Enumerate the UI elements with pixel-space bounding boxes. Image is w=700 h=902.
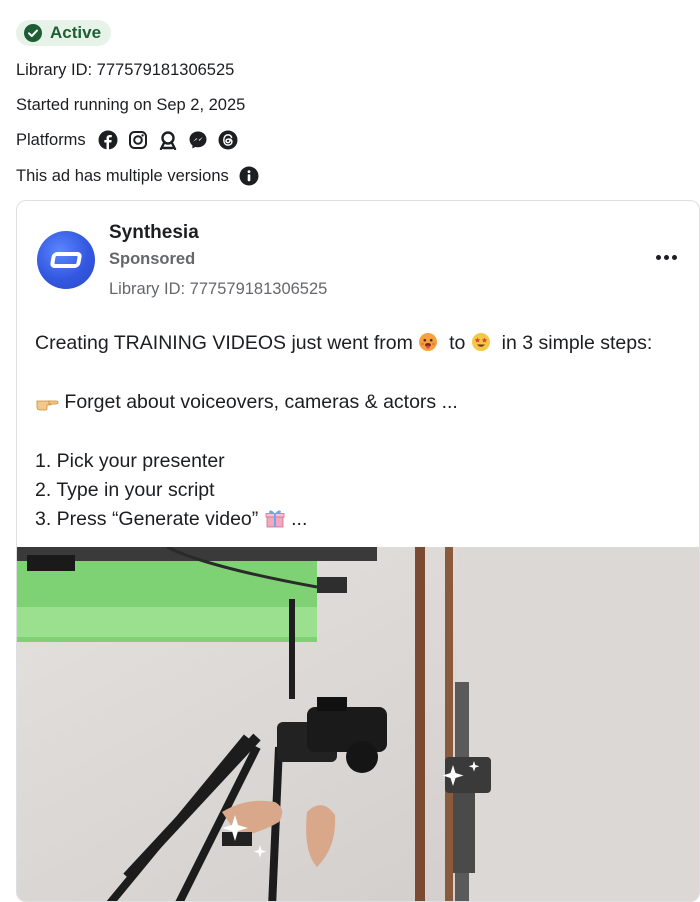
platforms-row: Platforms (16, 130, 238, 150)
check-circle-icon (24, 24, 42, 42)
ad-text-part: Creating TRAINING VIDEOS just went from (35, 332, 413, 354)
pointing-hand-emoji-icon (36, 400, 59, 411)
more-options-button[interactable] (651, 247, 681, 267)
ad-video-media[interactable] (17, 547, 699, 901)
studio-photo-image (17, 547, 699, 901)
ad-text-part: in 3 simple steps: (501, 332, 653, 354)
threads-icon (218, 130, 238, 150)
more-dot-icon (663, 254, 669, 260)
audience-network-icon (159, 131, 176, 150)
ad-text-part: 3. Press “Generate video” (35, 508, 259, 530)
hot-face-emoji-icon (419, 333, 438, 351)
sponsored-label: Sponsored (109, 250, 196, 268)
status-badge: Active (16, 20, 112, 46)
advertiser-name[interactable]: Synthesia (109, 222, 199, 244)
platforms-label: Platforms (16, 130, 86, 149)
messenger-icon (189, 131, 207, 149)
status-label: Active (50, 23, 102, 42)
started-running-line: Started running on Sep 2, 2025 (16, 96, 246, 114)
ad-step-2: 2. Type in your script (35, 479, 215, 501)
info-icon[interactable] (239, 166, 259, 186)
card-library-id: Library ID: 777579181306525 (109, 280, 328, 298)
advertiser-avatar[interactable] (37, 231, 95, 289)
synthesia-logo-icon (49, 252, 83, 268)
more-dot-icon (655, 254, 661, 260)
ad-step-1: 1. Pick your presenter (35, 450, 225, 472)
ad-text-part: to (449, 332, 466, 354)
gift-emoji-icon (265, 510, 285, 528)
ad-text-line-2: Forget about voiceovers, cameras & actor… (35, 391, 458, 414)
facebook-icon (98, 130, 118, 150)
ad-card: Synthesia Sponsored Library ID: 77757918… (16, 200, 700, 902)
instagram-icon (128, 131, 147, 149)
multiple-versions-label: This ad has multiple versions (16, 166, 229, 185)
ad-text-part: Forget about voiceovers, cameras & actor… (64, 391, 458, 413)
library-id-line: Library ID: 777579181306525 (16, 61, 235, 79)
ad-text-line-1: Creating TRAINING VIDEOS just went from … (35, 332, 652, 355)
ad-step-3: 3. Press “Generate video” ... (35, 508, 307, 531)
star-struck-emoji-icon (471, 333, 490, 351)
ad-text-ellipsis: ... (291, 508, 308, 530)
more-dot-icon (671, 254, 677, 260)
multiple-versions-row: This ad has multiple versions (16, 166, 259, 186)
